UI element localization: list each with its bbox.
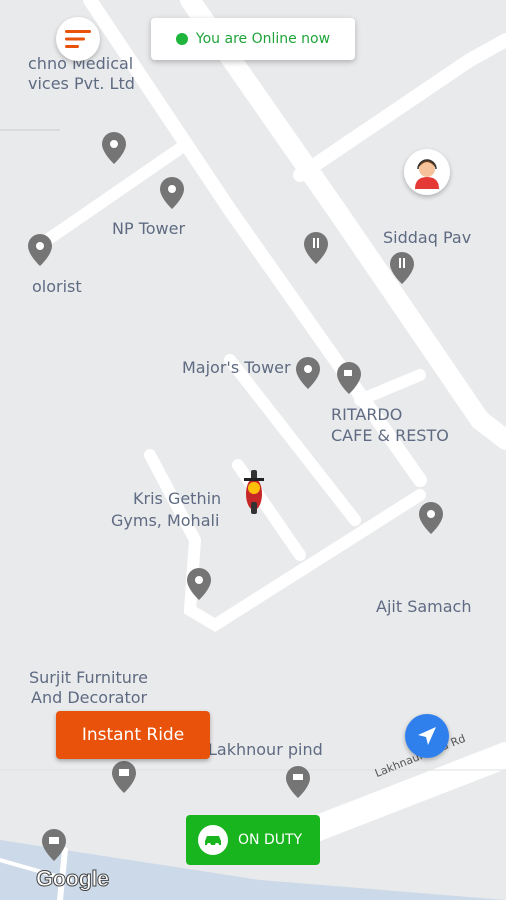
map-view[interactable]: [0, 0, 506, 900]
car-icon: [198, 825, 228, 855]
support-button[interactable]: [404, 149, 450, 195]
my-location-button[interactable]: [405, 714, 449, 758]
map-label: Major's Tower: [182, 358, 291, 377]
instant-ride-button[interactable]: Instant Ride: [56, 711, 210, 759]
map-label: Gyms, Mohali: [111, 511, 220, 530]
navigation-arrow-icon: [418, 727, 436, 745]
online-status-badge: You are Online now: [151, 18, 355, 60]
map-label: CAFE & RESTO: [331, 426, 449, 445]
support-agent-avatar-icon: [415, 159, 439, 189]
map-label: And Decorator: [31, 688, 148, 707]
map-label: Ajit Samach: [376, 597, 472, 616]
map-label: NP Tower: [112, 219, 186, 238]
on-duty-label: ON DUTY: [238, 832, 303, 848]
map-label: vices Pvt. Ltd: [28, 74, 135, 93]
map-label: RITARDO: [331, 405, 403, 424]
online-dot-icon: [175, 33, 188, 45]
map-label: Kris Gethin: [133, 489, 222, 508]
map-label: Lakhnour pind: [208, 740, 323, 759]
map-label: Siddaq Pav: [383, 228, 472, 247]
hamburger-menu-icon: [65, 30, 91, 48]
online-status-text: You are Online now: [195, 31, 331, 47]
map-label: olorist: [32, 277, 82, 296]
google-attribution: Google: [36, 866, 110, 892]
map-label: Surjit Furniture: [29, 668, 148, 687]
menu-button[interactable]: [56, 17, 100, 61]
on-duty-toggle[interactable]: ON DUTY: [186, 815, 320, 865]
